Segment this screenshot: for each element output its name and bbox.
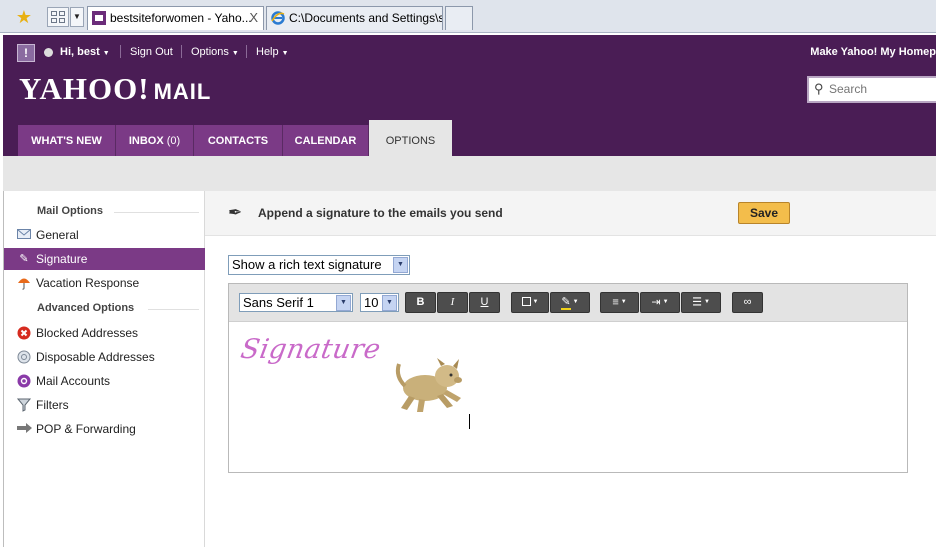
chevron-down-icon: ▼ [336,295,351,311]
insert-link-button[interactable]: ∞ [732,292,763,313]
signature-editor: Sans Serif 1 ▼ 10 ▼ B I U ▼ ✎ ▼ ≡ ▼ ⇥ ▼ ☰ ▼ … [228,283,908,473]
text-cursor [469,414,470,429]
pen-icon: ✎ [19,253,29,265]
disposable-icon [17,350,31,364]
arrow-right-icon [17,422,32,436]
search-icon: ⚲ [814,81,824,96]
sidebar-item-filters[interactable]: Filters [4,394,205,416]
at-icon [17,374,31,388]
signature-panel-header: ✒ Append a signature to the emails you s… [205,191,936,236]
pen-icon: ✒ [228,203,243,222]
tab-title: bestsiteforwomen - Yaho... [110,11,252,25]
highlighter-icon: ✎ [561,296,571,311]
indent-button[interactable]: ⇥ ▼ [640,292,680,313]
text-color-icon [521,297,531,307]
separator [181,45,182,58]
options-sidebar: Mail Options General ✎ Signature Vacatio… [3,191,205,547]
sidebar-item-blocked-addresses[interactable]: Blocked Addresses [4,322,205,344]
signature-text: Signature [238,334,384,365]
sidebar-item-label: Blocked Addresses [36,326,139,340]
browser-tab-bar: ★ ▼ bestsiteforwomen - Yaho... X C:\Docu… [0,0,936,33]
sidebar-item-label: Filters [36,398,69,412]
search-box[interactable]: ⚲ [807,76,936,103]
tab-title: C:\Documents and Settings\s... [289,11,443,25]
link-icon: ∞ [743,296,752,308]
umbrella-icon [17,276,31,290]
indent-icon: ⇥ [651,296,661,309]
help-menu[interactable]: Help ▼ [256,46,289,58]
underline-button[interactable]: U [469,292,500,313]
bold-button[interactable]: B [405,292,436,313]
block-icon [17,326,31,340]
font-family-select[interactable]: Sans Serif 1 ▼ [239,293,353,312]
font-size-select[interactable]: 10 ▼ [360,293,399,312]
sidebar-item-disposable-addresses[interactable]: Disposable Addresses [4,346,205,368]
sidebar-item-label: Mail Accounts [36,374,111,388]
bullet-list-icon: ☰ [692,296,702,309]
yahoo-y-icon[interactable]: ! [17,44,35,62]
tab-contacts[interactable]: CONTACTS [194,125,283,156]
editor-toolbar: Sans Serif 1 ▼ 10 ▼ B I U ▼ ✎ ▼ ≡ ▼ ⇥ ▼ ☰ ▼ … [229,284,907,322]
sidebar-item-mail-accounts[interactable]: Mail Accounts [4,370,205,392]
user-menu[interactable]: Hi, best ▼ [60,46,110,58]
tab-options[interactable]: OPTIONS [369,120,452,156]
divider [148,309,199,310]
search-input[interactable] [829,82,936,96]
chevron-down-icon: ▼ [382,295,397,311]
dog-image [395,358,462,412]
sidebar-item-label: POP & Forwarding [36,422,136,436]
italic-button[interactable]: I [437,292,468,313]
separator [246,45,247,58]
ie-favicon-icon [271,11,285,25]
selected-value: 10 [364,295,379,310]
sidebar-item-pop-forwarding[interactable]: POP & Forwarding [4,418,205,440]
sidebar-item-label: Disposable Addresses [36,350,155,364]
tab-inbox[interactable]: INBOX (0) [116,125,194,156]
sidebar-item-label: General [36,228,79,242]
yahoo-header: ! Hi, best ▼ Sign Out Options ▼ Help ▼ Make… [3,35,936,156]
sidebar-item-label: Vacation Response [36,276,140,290]
divider [114,212,199,213]
browser-tab-documents[interactable]: C:\Documents and Settings\s... [266,6,443,30]
toolbar-strip [3,156,936,191]
tab-calendar[interactable]: CALENDAR [283,125,369,156]
sidebar-item-vacation-response[interactable]: Vacation Response [4,272,205,294]
browser-tab-yahoo[interactable]: bestsiteforwomen - Yaho... X [87,6,264,30]
sidebar-item-signature[interactable]: ✎ Signature [4,248,205,270]
sign-out-link[interactable]: Sign Out [130,46,173,58]
sidebar-item-general[interactable]: General [4,224,205,246]
separator [120,45,121,58]
chevron-down-icon: ▼ [393,257,408,273]
align-left-icon: ≡ [612,296,619,309]
new-tab-button[interactable] [445,6,473,30]
status-dot-icon [44,48,53,57]
tab-list-dropdown[interactable]: ▼ [70,7,84,27]
page-title: Append a signature to the emails you sen… [258,206,503,220]
filter-icon [16,398,32,412]
favorites-star-icon[interactable]: ★ [14,7,34,27]
close-tab-icon[interactable]: X [249,7,258,29]
save-button[interactable]: Save [738,202,790,224]
yahoo-favicon-icon [92,11,106,25]
highlight-color-button[interactable]: ✎ ▼ [550,292,590,313]
options-menu[interactable]: Options ▼ [191,46,239,58]
sidebar-item-label: Signature [36,252,88,266]
quick-tabs-icon[interactable] [47,7,69,27]
yahoo-mail-logo[interactable]: YAHOO! MAIL [19,71,211,107]
tab-whats-new[interactable]: WHAT'S NEW [18,125,116,156]
advanced-options-heading: Advanced Options [37,302,135,314]
text-color-button[interactable]: ▼ [511,292,549,313]
envelope-icon [17,228,31,242]
mail-options-heading: Mail Options [37,205,103,217]
selected-value: Show a rich text signature [232,257,382,272]
signature-mode-select[interactable]: Show a rich text signature ▼ [228,255,410,275]
selected-value: Sans Serif 1 [243,295,314,310]
align-button[interactable]: ≡ ▼ [600,292,639,313]
list-button[interactable]: ☰ ▼ [681,292,721,313]
make-homepage-link[interactable]: Make Yahoo! My Homep [810,46,936,58]
